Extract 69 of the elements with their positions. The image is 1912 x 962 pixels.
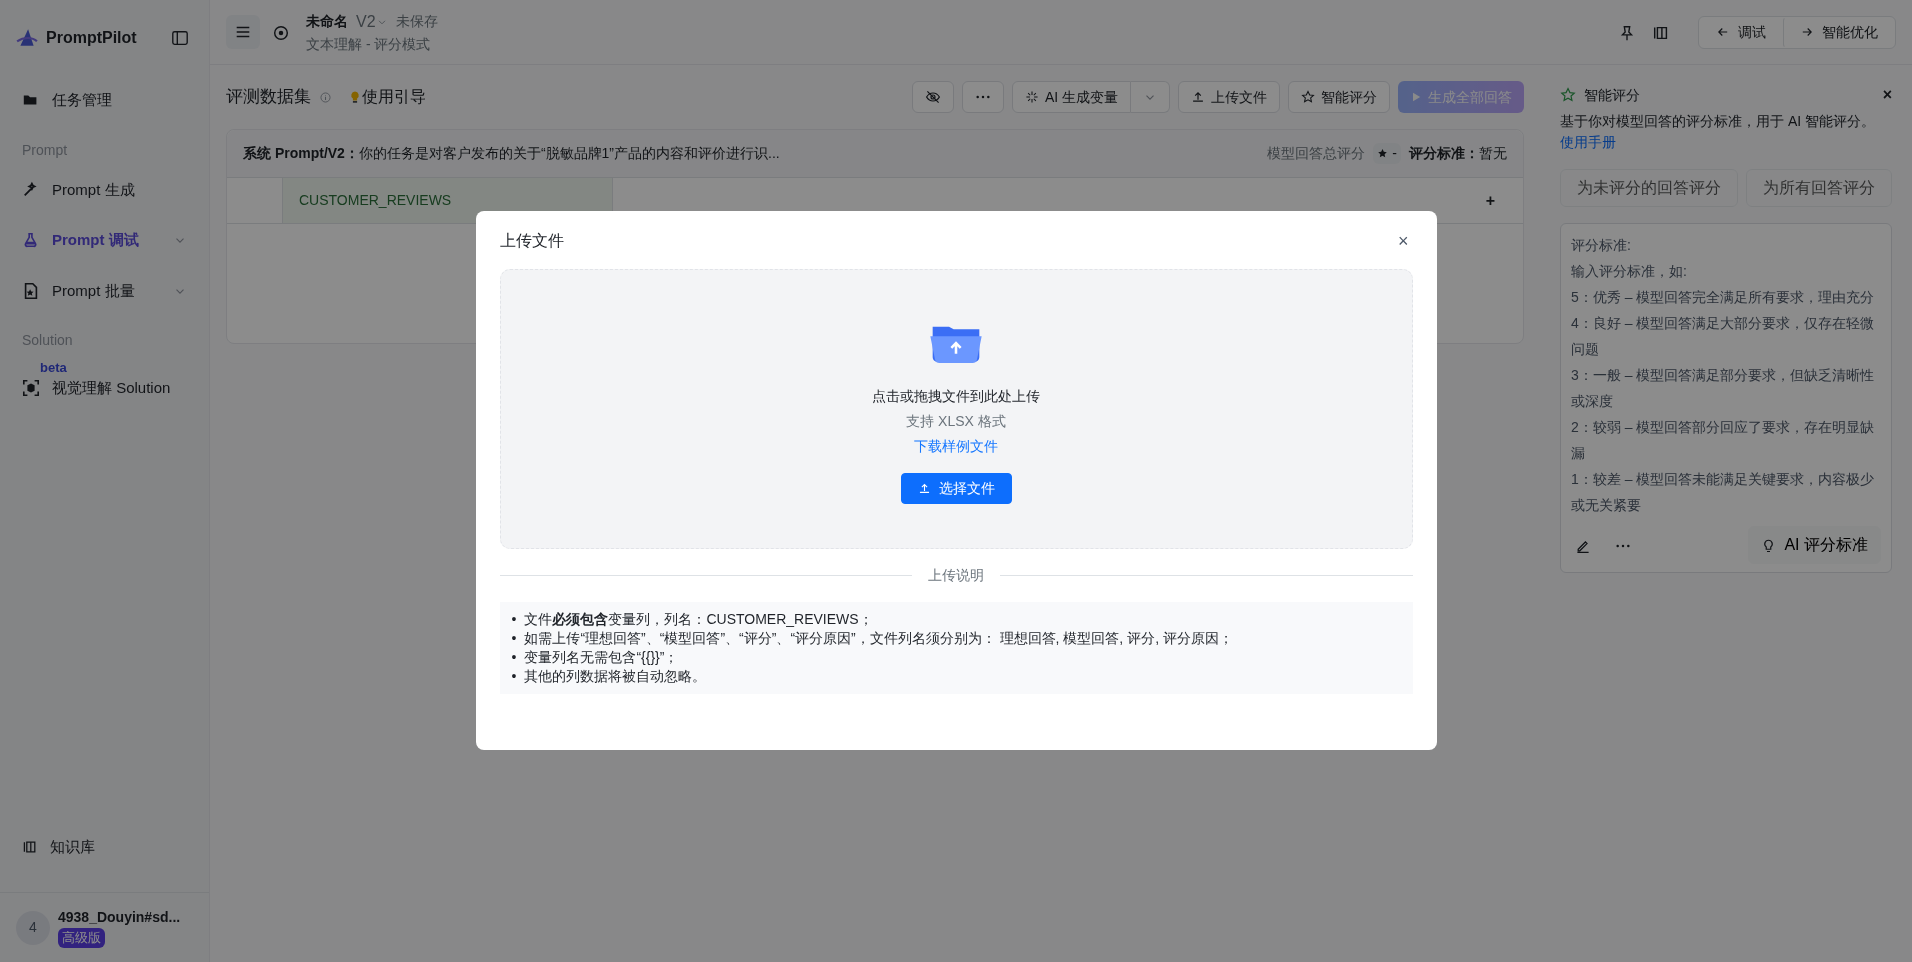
add-column-button[interactable]: + [1473, 182, 1507, 219]
target-icon [272, 23, 290, 42]
dropdown-toggle-button[interactable] [1131, 81, 1170, 113]
score-value: - [1373, 143, 1401, 164]
more-icon [974, 94, 991, 100]
note-text: 变量列名无需包含“{{}}”； [524, 648, 679, 667]
star-icon [1377, 148, 1389, 159]
drop-zone[interactable]: 点击或拖拽文件到此处上传 支持 XLSX 格式 下载样例文件 选择文件 [499, 269, 1413, 549]
mode-subtitle: 文本理解 - 评分模式 [306, 34, 432, 54]
save-status: 未保存 [395, 12, 438, 31]
avatar: 4 [16, 910, 50, 945]
header-button[interactable]: 调试 [1699, 16, 1783, 48]
beta-label: beta [40, 361, 67, 375]
manual-link[interactable]: 使用手册 [1560, 132, 1616, 153]
toolbar-icon-button[interactable] [911, 81, 954, 113]
upload-icon [1191, 90, 1205, 104]
nav-item[interactable]: Prompt 批量 [8, 269, 201, 312]
sample-link[interactable]: 下载样例文件 [914, 436, 998, 457]
toolbar-button[interactable]: 智能评分 [1288, 81, 1390, 113]
choose-file-button[interactable]: 选择文件 [900, 473, 1012, 504]
logo-text: PromptPilot [46, 27, 138, 48]
nav-item[interactable]: Prompt 调试 [8, 219, 201, 262]
criteria-editor[interactable]: 评分标准: 输入评分标准，如: 5：优秀 – 模型回答完全满足所有要求，理由充分 4：良好 – 模型回答满足大部分要求，仅存在轻微问题 3：一般 – 模型回答满足部分要求，但缺乏清晰性或深度 2：较弱 – 模型回答部分回应了要求，存在明显缺漏 1：较差 – 模型回答未能满足关键要求，内容极少或无关紧要 AI 评分标准 [1560, 223, 1892, 573]
bullet: • [511, 648, 517, 667]
scan-icon [22, 379, 40, 398]
plan-badge: 高级版 [58, 928, 105, 948]
note-text: 文件必须包含变量列，列名：CUSTOMER_REVIEWS； [524, 610, 873, 629]
flask-icon [22, 231, 40, 250]
guide-link[interactable]: 使用引导 [348, 85, 426, 109]
note-text: 如需上传“理想回答”、“模型回答”、“评分”、“评分原因”，文件列名须分别为： 理想回答, 模型回答, 评分, 评分原因； [524, 629, 1233, 648]
divider-label: 上传说明 [928, 566, 984, 585]
bullet: • [511, 610, 517, 629]
user-name: 4938_Douyin#sd... [58, 908, 181, 928]
close-button[interactable]: × [1882, 83, 1892, 107]
star-icon [1560, 87, 1576, 103]
arrow-right-icon [1800, 25, 1814, 39]
drop-instruction: 点击或拖拽文件到此处上传 [872, 387, 1040, 406]
note-text: 其他的列数据将被自动忽略。 [524, 667, 707, 686]
menu-button[interactable] [226, 15, 260, 49]
header-button[interactable]: 智能优化 [1783, 16, 1895, 48]
modal-title: 上传文件 [499, 231, 564, 251]
star-icon [1301, 90, 1315, 104]
eye-off-icon [924, 89, 941, 105]
arrow-left-icon [1716, 25, 1730, 39]
panel-description: 基于你对模型回答的评分标准，用于 AI 智能评分。 [1560, 112, 1876, 131]
panel-title: 智能评分 [1584, 85, 1641, 105]
close-button[interactable]: × [1392, 227, 1415, 256]
nav-item[interactable]: 知识库 [8, 825, 201, 868]
section-title: 评测数据集 [226, 86, 311, 109]
sparkle-icon [1024, 90, 1039, 104]
criteria-status: 评分标准：暂无 [1409, 144, 1507, 163]
document-star-icon [22, 281, 40, 300]
bullet: • [511, 667, 517, 686]
info-icon [319, 90, 332, 104]
more-icon [1615, 542, 1631, 549]
prompt-text: 系统 Prompt/V2：你的任务是对客户发布的关于“脱敏品牌1”产品的内容和评价进行识... [243, 144, 780, 163]
toolbar-button[interactable]: AI 生成变量 [1011, 81, 1131, 113]
panel-icon [171, 29, 189, 48]
bullet: • [511, 629, 517, 648]
nav-item[interactable]: Prompt 生成 [8, 168, 201, 211]
ai-criteria-button[interactable]: AI 评分标准 [1748, 526, 1881, 564]
document-title: 未命名 [306, 12, 348, 31]
lightbulb-icon [348, 90, 362, 104]
toolbar-button[interactable]: 上传文件 [1178, 81, 1280, 113]
upload-icon [917, 482, 931, 495]
nav-item[interactable]: 任务管理 [8, 79, 201, 122]
score-label: 模型回答总评分 [1267, 144, 1366, 163]
format-hint: 支持 XLSX 格式 [906, 412, 1006, 431]
version-dropdown[interactable]: V2 [356, 9, 388, 34]
